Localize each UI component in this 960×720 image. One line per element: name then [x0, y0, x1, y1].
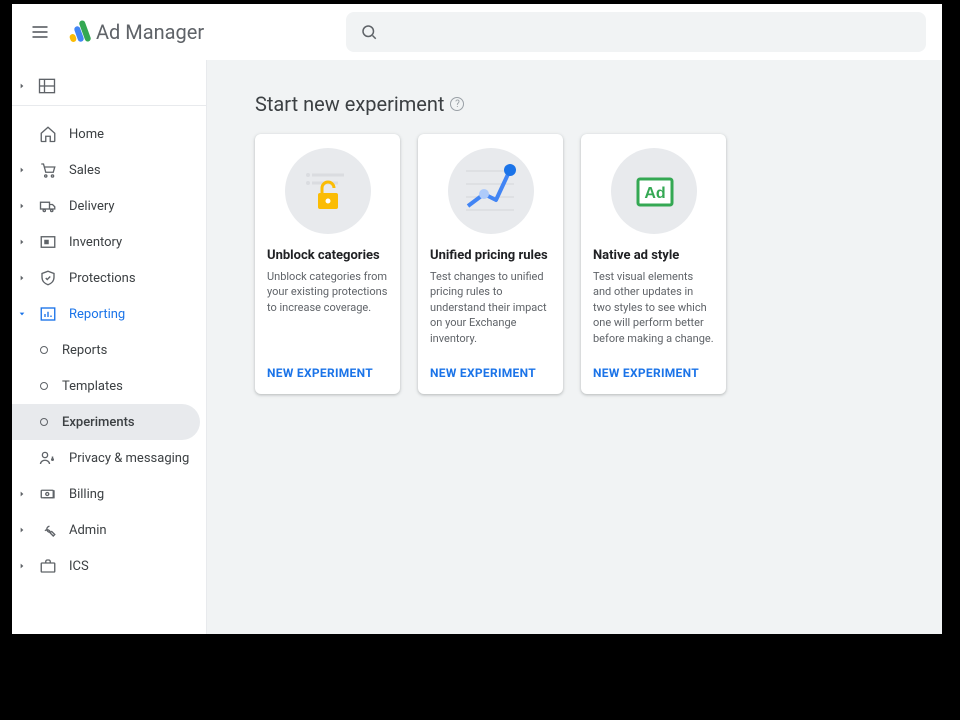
sidebar-subitem-reports[interactable]: Reports [12, 332, 200, 368]
truck-icon [37, 197, 59, 215]
sidebar-item-sales[interactable]: Sales [12, 152, 206, 188]
card-unified-pricing-rules[interactable]: Unified pricing rules Test changes to un… [418, 134, 563, 394]
header: Ad Manager [12, 4, 942, 60]
svg-text:Ad: Ad [644, 185, 665, 202]
sidebar-item-admin[interactable]: Admin [12, 512, 206, 548]
experiment-card-row: Unblock categories Unblock categories fr… [255, 134, 924, 394]
sidebar-item-protections[interactable]: Protections [12, 260, 206, 296]
chevron-right-icon [17, 82, 27, 90]
card-description: Test visual elements and other updates i… [593, 269, 714, 354]
ad-illustration-icon: Ad [611, 148, 697, 234]
menu-button[interactable] [20, 12, 60, 52]
payments-icon [37, 485, 59, 503]
new-experiment-button[interactable]: NEW EXPERIMENT [267, 366, 388, 380]
sidebar-item-privacy[interactable]: Privacy & messaging [12, 440, 206, 476]
sidebar-item-label: Inventory [69, 235, 122, 250]
main-content: Start new experiment ? [207, 60, 942, 634]
chevron-right-icon [17, 526, 27, 534]
sidebar-item-label: Privacy & messaging [69, 451, 189, 466]
shield-icon [37, 269, 59, 287]
line-chart-illustration-icon [448, 148, 534, 234]
inventory-icon [37, 233, 59, 251]
sidebar-subitem-templates[interactable]: Templates [12, 368, 200, 404]
sidebar-item-label: Reporting [69, 307, 125, 322]
cart-icon [37, 161, 59, 179]
card-description: Unblock categories from your existing pr… [267, 269, 388, 354]
card-native-ad-style[interactable]: Ad Native ad style Test visual elements … [581, 134, 726, 394]
bullet-icon [40, 346, 48, 354]
sidebar-item-inventory[interactable]: Inventory [12, 224, 206, 260]
card-unblock-categories[interactable]: Unblock categories Unblock categories fr… [255, 134, 400, 394]
page-title-text: Start new experiment [255, 92, 444, 116]
unlock-illustration-icon [285, 148, 371, 234]
chevron-down-icon [17, 310, 27, 318]
sidebar-subitem-label: Reports [62, 343, 107, 358]
sidebar-item-label: Protections [69, 271, 136, 286]
chevron-right-icon [17, 238, 27, 246]
sidebar-item-label: Billing [69, 487, 104, 502]
search-icon [360, 23, 378, 41]
sidebar-item-label: ICS [69, 559, 89, 574]
sidebar-subitem-experiments[interactable]: Experiments [12, 404, 200, 440]
logo[interactable]: Ad Manager [68, 20, 204, 44]
new-experiment-button[interactable]: NEW EXPERIMENT [593, 366, 714, 380]
privacy-icon [37, 449, 59, 467]
sidebar-item-label: Home [69, 127, 104, 142]
wrench-icon [37, 521, 59, 539]
sidebar-item-home[interactable]: Home [12, 116, 206, 152]
card-description: Test changes to unified pricing rules to… [430, 269, 551, 354]
search-input[interactable] [346, 12, 926, 52]
chevron-right-icon [17, 202, 27, 210]
help-icon[interactable]: ? [450, 97, 464, 111]
sidebar-item-label: Admin [69, 523, 107, 538]
new-experiment-button[interactable]: NEW EXPERIMENT [430, 366, 551, 380]
chevron-right-icon [17, 562, 27, 570]
sidebar: Home Sales Delivery [12, 60, 207, 634]
app-window: Ad Manager Home [12, 4, 942, 634]
menu-icon [30, 22, 50, 42]
app-name: Ad Manager [96, 20, 204, 44]
chevron-right-icon [17, 490, 27, 498]
bullet-icon [40, 382, 48, 390]
sidebar-subitem-label: Templates [62, 379, 123, 394]
card-title: Unified pricing rules [430, 248, 551, 263]
network-icon [37, 76, 57, 96]
sidebar-item-ics[interactable]: ICS [12, 548, 206, 584]
briefcase-icon [37, 557, 59, 575]
sidebar-subitem-label: Experiments [62, 415, 135, 430]
network-selector[interactable] [12, 66, 206, 106]
sidebar-item-delivery[interactable]: Delivery [12, 188, 206, 224]
home-icon [37, 125, 59, 143]
page-title: Start new experiment ? [255, 92, 924, 116]
body: Home Sales Delivery [12, 60, 942, 634]
card-title: Native ad style [593, 248, 714, 263]
card-title: Unblock categories [267, 248, 388, 263]
chevron-right-icon [17, 274, 27, 282]
ad-manager-logo-icon [68, 20, 92, 44]
sidebar-item-label: Sales [69, 163, 101, 178]
sidebar-item-label: Delivery [69, 199, 115, 214]
chevron-right-icon [17, 166, 27, 174]
chart-icon [37, 305, 59, 323]
bullet-icon [40, 418, 48, 426]
sidebar-item-billing[interactable]: Billing [12, 476, 206, 512]
sidebar-item-reporting[interactable]: Reporting [12, 296, 206, 332]
